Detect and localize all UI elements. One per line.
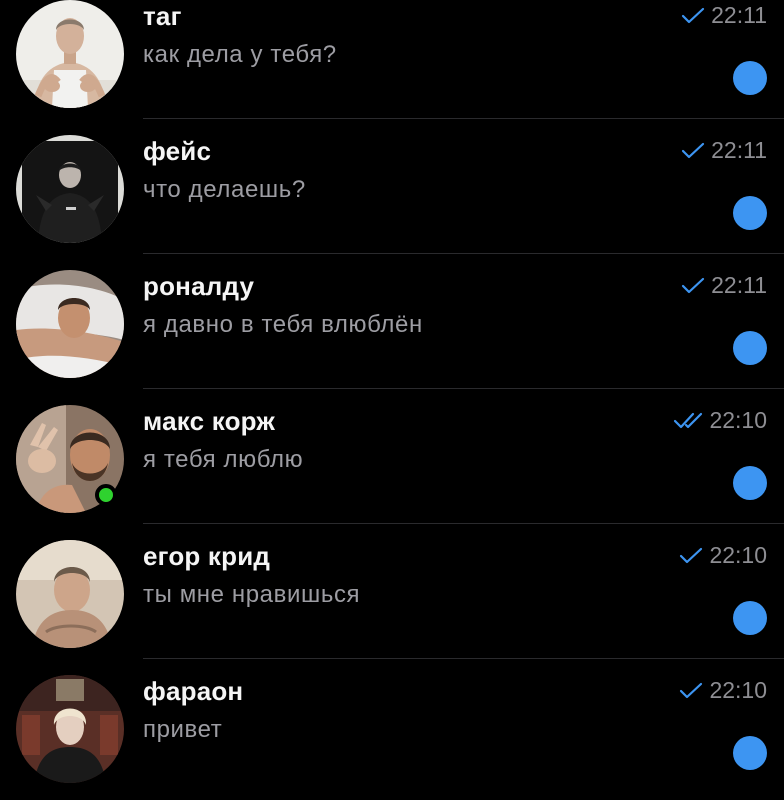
contact-name: фараон	[143, 676, 244, 706]
last-message-preview: ты мне нравишься	[143, 581, 361, 608]
sent-check-icon	[682, 7, 705, 23]
message-time: 22:10	[709, 677, 767, 703]
message-meta: 22:11	[681, 272, 767, 299]
last-message-preview: что делаешь?	[143, 176, 306, 203]
unread-badge	[733, 61, 767, 95]
chat-row-ronaldu[interactable]: роналду я давно в тебя влюблён 22:11	[0, 254, 784, 389]
last-message-preview: я давно в тебя влюблён	[143, 311, 423, 338]
message-time: 22:11	[711, 272, 767, 298]
contact-name: таг	[143, 1, 182, 31]
message-time: 22:10	[709, 542, 767, 568]
message-meta: 22:10	[679, 677, 767, 704]
contact-name: егор крид	[143, 541, 271, 571]
message-time: 22:10	[709, 407, 767, 433]
last-message-preview: как дела у тебя?	[143, 41, 337, 68]
chat-row-maks-korzh[interactable]: макс корж я тебя люблю 22:10	[0, 389, 784, 524]
sent-check-icon	[680, 682, 703, 698]
man-on-pillow-avatar[interactable]	[16, 270, 124, 378]
message-meta: 22:10	[679, 542, 767, 569]
message-meta: 22:11	[681, 2, 767, 29]
selfie-man-avatar[interactable]	[16, 540, 124, 648]
unread-badge	[733, 466, 767, 500]
chat-row-tag[interactable]: таг как дела у тебя? 22:11	[0, 0, 784, 119]
chat-row-face[interactable]: фейс что делаешь? 22:11	[0, 119, 784, 254]
message-meta: 22:10	[673, 407, 767, 434]
contact-name: макс корж	[143, 406, 276, 436]
message-time: 22:11	[711, 137, 767, 163]
sent-check-icon	[680, 547, 703, 563]
message-time: 22:11	[711, 2, 767, 28]
last-message-preview: привет	[143, 716, 223, 743]
read-double-check-icon	[674, 412, 703, 428]
chat-row-faraon[interactable]: фараон привет 22:10	[0, 659, 784, 794]
contact-name: фейс	[143, 136, 212, 166]
message-meta: 22:11	[681, 137, 767, 164]
shirtless-man-avatar[interactable]	[16, 0, 124, 108]
last-message-preview: я тебя люблю	[143, 446, 304, 473]
chat-list: таг как дела у тебя? 22:11 фейс что дела…	[0, 0, 784, 794]
dark-portrait-avatar[interactable]	[16, 135, 124, 243]
blond-man-avatar[interactable]	[16, 675, 124, 783]
online-status-indicator	[95, 484, 117, 506]
unread-badge	[733, 601, 767, 635]
contact-name: роналду	[143, 271, 255, 301]
sent-check-icon	[682, 142, 705, 158]
chat-row-egor-krid[interactable]: егор крид ты мне нравишься 22:10	[0, 524, 784, 659]
sent-check-icon	[682, 277, 705, 293]
unread-badge	[733, 736, 767, 770]
unread-badge	[733, 196, 767, 230]
unread-badge	[733, 331, 767, 365]
